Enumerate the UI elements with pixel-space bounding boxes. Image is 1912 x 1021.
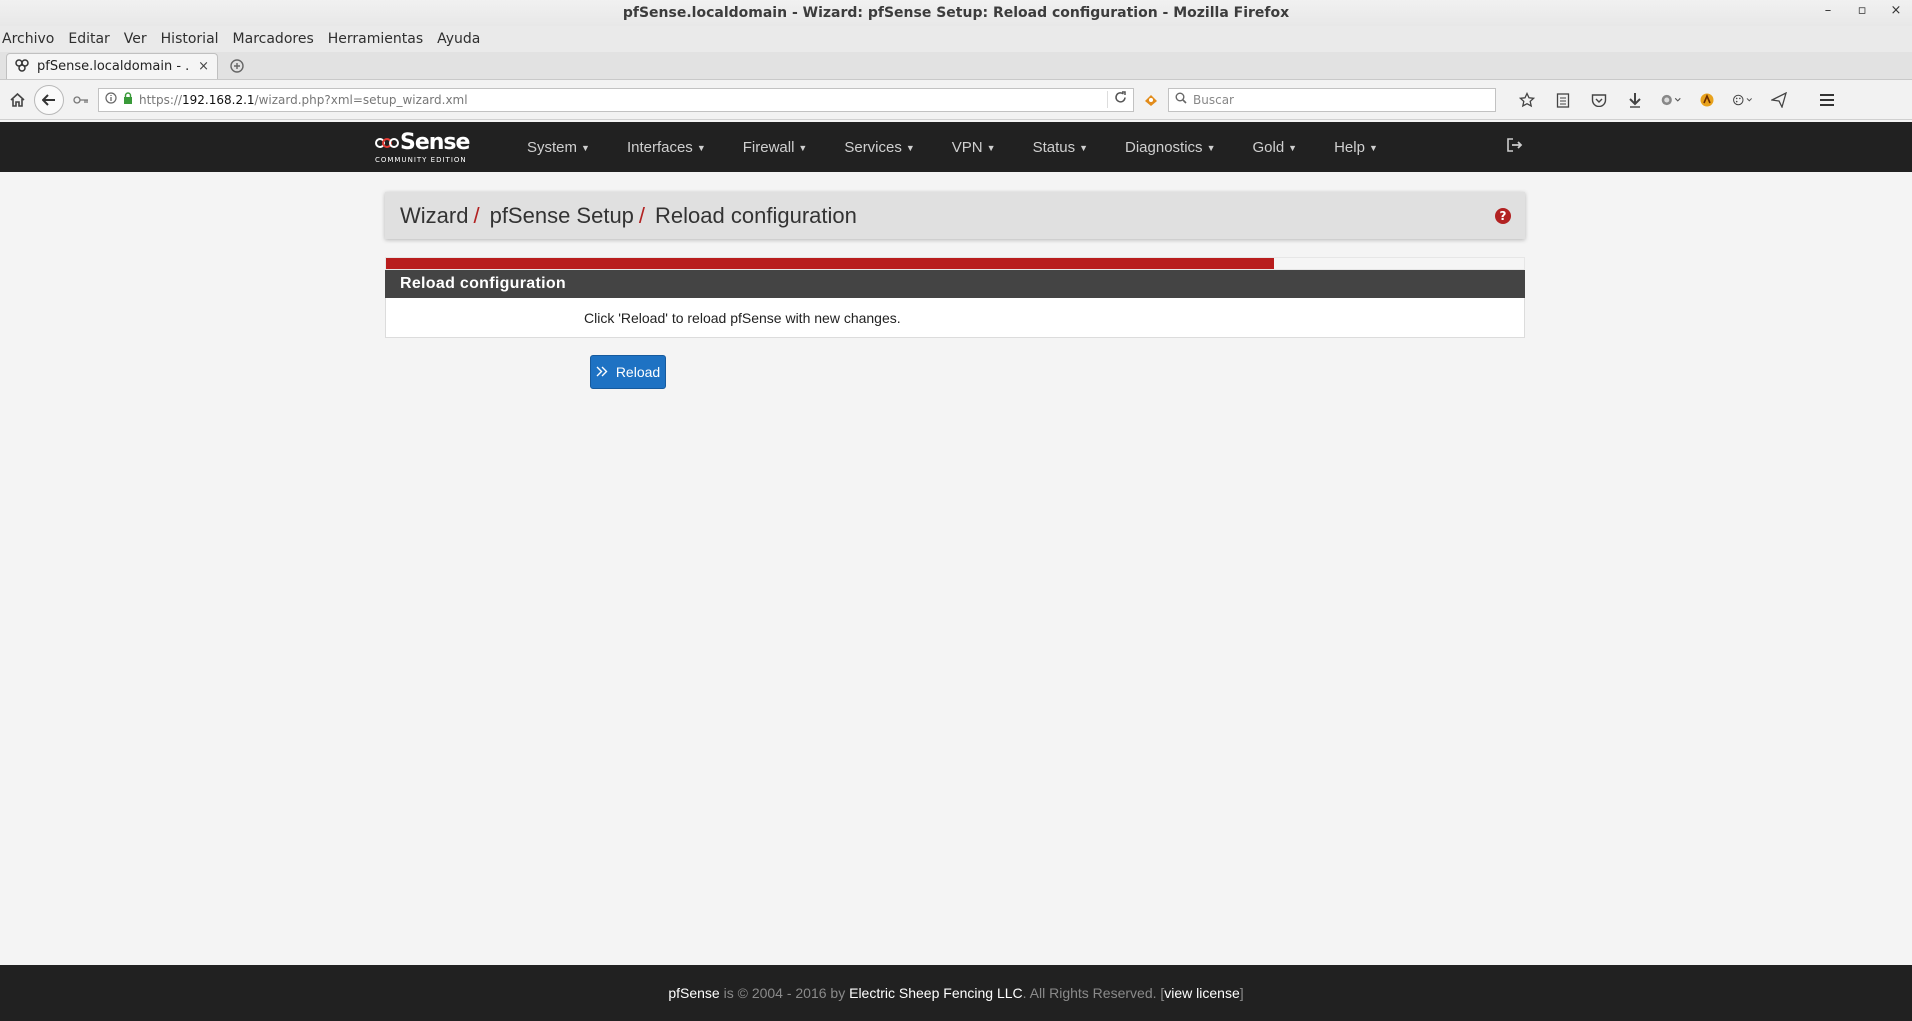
pfsense-logo-word: Sense: [400, 130, 470, 155]
breadcrumb: Wizard / pfSense Setup / Reload configur…: [385, 192, 1525, 239]
breadcrumb-separator: /: [638, 202, 646, 228]
palette-dropdown-icon[interactable]: [1732, 89, 1754, 111]
send-icon[interactable]: [1768, 89, 1790, 111]
profile-dropdown-icon[interactable]: [1660, 89, 1682, 111]
caret-down-icon: ▼: [1079, 142, 1089, 153]
footer-rights-text: . All Rights Reserved. [: [1022, 985, 1165, 1001]
nav-interfaces[interactable]: Interfaces ▼: [609, 139, 725, 156]
home-icon[interactable]: [6, 89, 28, 111]
pfsense-logo[interactable]: Sense COMMUNITY EDITION: [375, 130, 487, 164]
logout-icon[interactable]: [1507, 138, 1523, 156]
main-content: Wizard / pfSense Setup / Reload configur…: [385, 172, 1525, 389]
footer-bracket: ]: [1239, 985, 1244, 1001]
window-titlebar: pfSense.localdomain - Wizard: pfSense Se…: [0, 0, 1912, 26]
progress-fill: [386, 258, 1274, 269]
key-icon[interactable]: [70, 89, 92, 111]
star-icon[interactable]: [1516, 89, 1538, 111]
breadcrumb-pfsense-setup[interactable]: pfSense Setup: [490, 203, 634, 229]
footer: pfSense is © 2004 - 2016 by Electric She…: [0, 965, 1912, 1021]
pfsense-logo-edition: COMMUNITY EDITION: [375, 156, 467, 164]
view-license-link[interactable]: view license: [1164, 985, 1239, 1001]
menu-ayuda[interactable]: Ayuda: [437, 31, 480, 47]
new-tab-button[interactable]: [224, 53, 250, 79]
help-icon[interactable]: ?: [1495, 208, 1511, 224]
breadcrumb-reload-configuration: Reload configuration: [655, 202, 857, 228]
nav-toolbar: https://192.168.2.1/wizard.php?xml=setup…: [0, 80, 1912, 120]
extension-icon[interactable]: [1140, 89, 1162, 111]
menu-marcadores[interactable]: Marcadores: [233, 31, 314, 47]
url-text[interactable]: https://192.168.2.1/wizard.php?xml=setup…: [139, 93, 1101, 107]
reload-button[interactable]: Reload: [590, 355, 666, 389]
tab-title: pfSense.localdomain - ...: [37, 59, 191, 74]
search-box[interactable]: [1168, 87, 1496, 112]
breadcrumb-wizard[interactable]: Wizard: [400, 203, 468, 229]
pocket-icon[interactable]: [1588, 89, 1610, 111]
window-title: pfSense.localdomain - Wizard: pfSense Se…: [622, 5, 1290, 21]
menu-editar[interactable]: Editar: [68, 31, 109, 47]
menu-ver[interactable]: Ver: [124, 31, 147, 47]
plus-circle-icon: [230, 59, 244, 73]
caret-down-icon: ▼: [905, 142, 915, 153]
nav-services[interactable]: Services ▼: [826, 139, 933, 156]
window-controls: – ▫ ×: [1820, 3, 1904, 18]
lock-icon[interactable]: [123, 92, 133, 107]
nav-status[interactable]: Status ▼: [1015, 139, 1107, 156]
panel-instruction-text: Click 'Reload' to reload pfSense with ne…: [584, 309, 901, 326]
reading-list-icon[interactable]: [1552, 89, 1574, 111]
nav-vpn[interactable]: VPN ▼: [934, 139, 1015, 156]
reload-button-label: Reload: [615, 364, 661, 380]
wizard-progress-bar: [385, 257, 1525, 270]
footer-text: is © 2004 - 2016 by: [719, 985, 850, 1001]
caret-down-icon: ▼: [1368, 142, 1378, 153]
nav-diagnostics[interactable]: Diagnostics ▼: [1107, 139, 1234, 156]
pfsense-main-menu: System ▼ Interfaces ▼ Firewall ▼ Services ▼ …: [509, 139, 1397, 156]
favicon-icon: [15, 58, 29, 76]
hamburger-icon[interactable]: [1816, 89, 1838, 111]
double-chevron-right-icon: [596, 365, 608, 380]
nav-firewall[interactable]: Firewall ▼: [725, 139, 827, 156]
maximize-button[interactable]: ▫: [1854, 3, 1870, 18]
caret-down-icon: ▼: [1288, 142, 1298, 153]
nav-help[interactable]: Help ▼: [1316, 139, 1397, 156]
caret-down-icon: ▼: [696, 142, 706, 153]
nav-system[interactable]: System ▼: [509, 139, 609, 156]
pfsense-logo-icon: [375, 137, 399, 148]
pfsense-navbar: Sense COMMUNITY EDITION System ▼ Interfac…: [0, 122, 1912, 172]
reload-icon[interactable]: [1107, 91, 1127, 108]
download-icon[interactable]: [1624, 89, 1646, 111]
caret-down-icon: ▼: [581, 142, 590, 153]
addon-icon[interactable]: [1696, 89, 1718, 111]
nav-gold[interactable]: Gold ▼: [1234, 139, 1316, 156]
breadcrumb-separator: /: [473, 202, 480, 228]
minimize-button[interactable]: –: [1820, 3, 1836, 18]
panel-body: Click 'Reload' to reload pfSense with ne…: [385, 298, 1525, 338]
panel-heading: Reload configuration: [385, 270, 1525, 298]
back-arrow-icon[interactable]: [34, 84, 64, 115]
footer-company-link[interactable]: Electric Sheep Fencing LLC: [849, 985, 1023, 1001]
footer-brand: pfSense: [668, 985, 720, 1001]
caret-down-icon: ▼: [798, 142, 808, 153]
url-bar[interactable]: https://192.168.2.1/wizard.php?xml=setup…: [98, 87, 1134, 112]
tab-strip: pfSense.localdomain - ... ×: [0, 52, 1912, 80]
search-icon: [1175, 92, 1187, 108]
menu-herramientas[interactable]: Herramientas: [328, 31, 423, 47]
close-window-button[interactable]: ×: [1888, 3, 1904, 18]
menu-archivo[interactable]: Archivo: [2, 31, 54, 47]
tab-close-icon[interactable]: ×: [198, 59, 209, 74]
menu-historial[interactable]: Historial: [161, 31, 219, 47]
browser-tab[interactable]: pfSense.localdomain - ... ×: [6, 53, 218, 79]
toolbar-icons: [1516, 89, 1838, 111]
caret-down-icon: ▼: [1206, 142, 1216, 153]
search-input[interactable]: [1193, 92, 1489, 107]
caret-down-icon: ▼: [986, 142, 996, 153]
info-icon[interactable]: [105, 92, 117, 107]
menubar: Archivo Editar Ver Historial Marcadores …: [0, 26, 1912, 52]
